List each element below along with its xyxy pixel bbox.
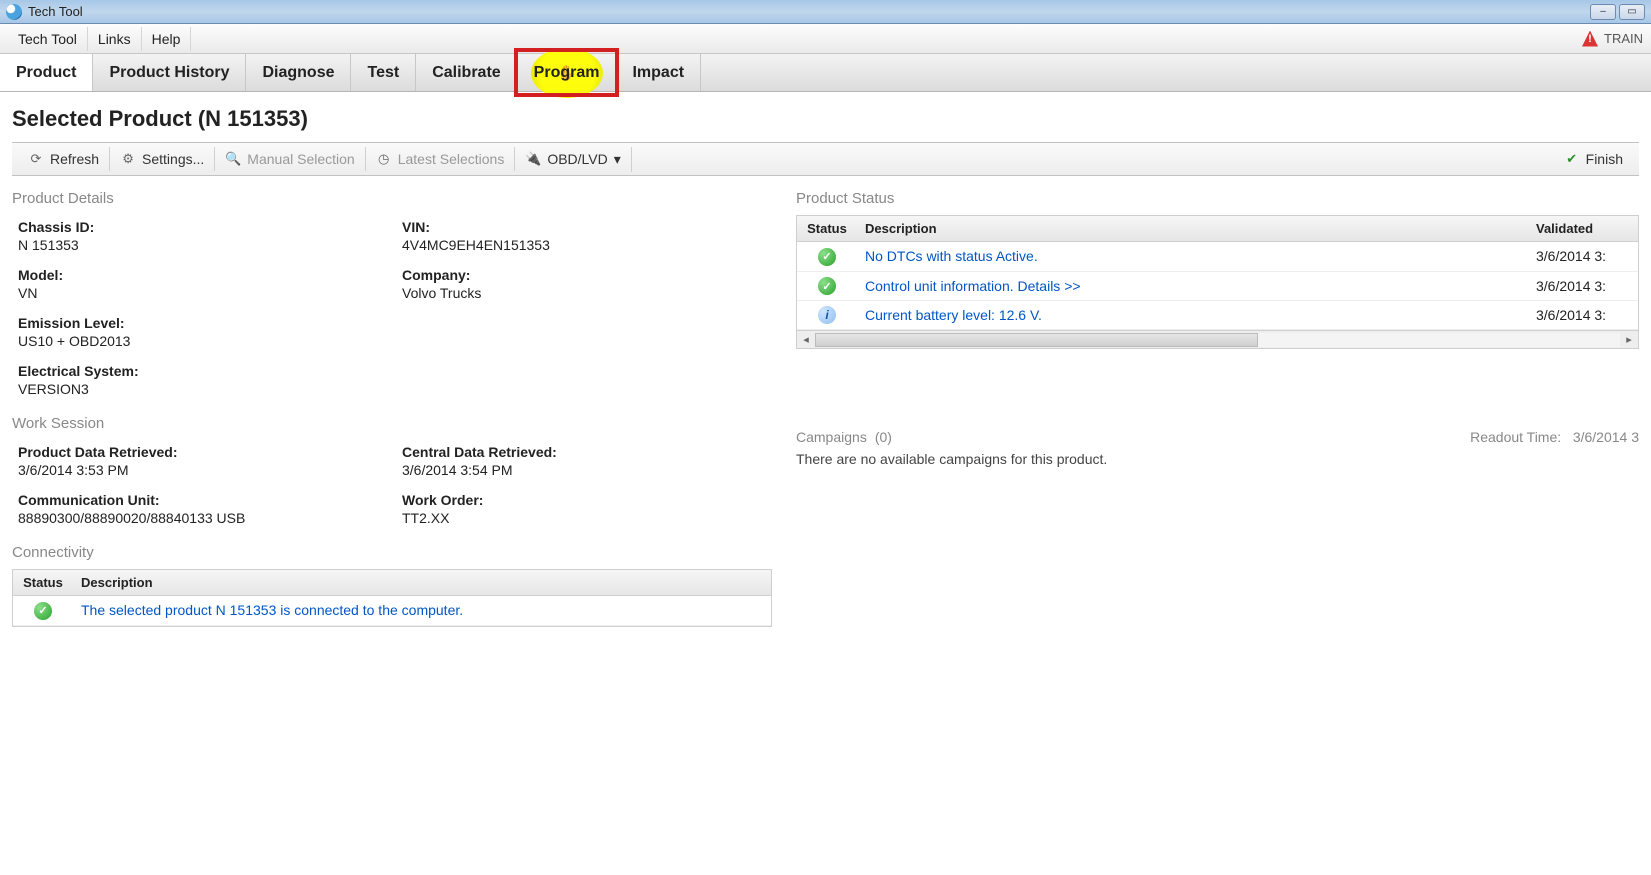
tab-program[interactable]: Program ✋ xyxy=(518,54,617,91)
check-icon: ✔ xyxy=(1564,151,1580,167)
settings-label: Settings... xyxy=(142,151,204,167)
menu-links[interactable]: Links xyxy=(88,27,142,51)
manual-selection-label: Manual Selection xyxy=(247,151,354,167)
connectivity-header-status: Status xyxy=(13,570,73,595)
status-row-link[interactable]: No DTCs with status Active. xyxy=(865,248,1038,264)
comm-unit-value: 88890300/88890020/88840133 USB xyxy=(18,510,382,526)
status-row-link[interactable]: Current battery level: 12.6 V. xyxy=(865,307,1042,323)
obd-label: OBD/LVD xyxy=(547,151,607,167)
emission-value: US10 + OBD2013 xyxy=(18,333,382,349)
status-ok-icon: ✓ xyxy=(34,602,52,620)
connectivity-table: Status Description ✓ The selected produc… xyxy=(12,569,772,627)
status-ok-icon: ✓ xyxy=(818,248,836,266)
scroll-track[interactable] xyxy=(815,333,1620,347)
readout-time-value: 3/6/2014 3 xyxy=(1573,429,1639,445)
plug-icon: 🔌 xyxy=(525,151,541,167)
product-data-retrieved-value: 3/6/2014 3:53 PM xyxy=(18,462,382,478)
page-title: Selected Product (N 151353) xyxy=(0,92,1651,142)
comm-unit-label: Communication Unit: xyxy=(18,492,382,508)
work-order-value: TT2.XX xyxy=(402,510,766,526)
campaigns-count: (0) xyxy=(875,429,892,445)
connectivity-description-link[interactable]: The selected product N 151353 is connect… xyxy=(81,602,463,618)
chevron-down-icon: ▾ xyxy=(614,151,621,168)
toolbar: ⟳ Refresh ⚙ Settings... 🔍 Manual Selecti… xyxy=(12,142,1639,176)
finish-label: Finish xyxy=(1586,151,1623,167)
company-label: Company: xyxy=(402,267,766,283)
manual-selection-button[interactable]: 🔍 Manual Selection xyxy=(215,147,365,171)
window-title: Tech Tool xyxy=(28,4,83,19)
product-status-heading: Product Status xyxy=(796,190,1639,207)
search-icon: 🔍 xyxy=(225,151,241,167)
refresh-label: Refresh xyxy=(50,151,99,167)
status-header-validated: Validated xyxy=(1528,216,1638,241)
work-session-heading: Work Session xyxy=(12,415,772,432)
refresh-button[interactable]: ⟳ Refresh xyxy=(18,147,110,171)
status-table-hscroll[interactable]: ◂ ▸ xyxy=(796,331,1639,349)
vin-label: VIN: xyxy=(402,219,766,235)
central-data-retrieved-label: Central Data Retrieved: xyxy=(402,444,766,460)
status-row: i Current battery level: 12.6 V. 3/6/201… xyxy=(797,301,1638,330)
menu-help[interactable]: Help xyxy=(142,27,192,51)
product-status-table: Status Description Validated ✓ No DTCs w… xyxy=(796,215,1639,331)
menu-techtool[interactable]: Tech Tool xyxy=(8,27,88,51)
minimize-button[interactable]: – xyxy=(1590,4,1616,20)
refresh-icon: ⟳ xyxy=(28,151,44,167)
scroll-thumb[interactable] xyxy=(815,333,1258,347)
tab-test[interactable]: Test xyxy=(351,54,416,91)
status-info-icon: i xyxy=(818,306,836,324)
tab-calibrate[interactable]: Calibrate xyxy=(416,54,517,91)
status-row: ✓ Control unit information. Details >> 3… xyxy=(797,272,1638,302)
menu-bar: Tech Tool Links Help TRAIN xyxy=(0,24,1651,54)
company-value: Volvo Trucks xyxy=(402,285,766,301)
electrical-value: VERSION3 xyxy=(18,381,382,397)
campaigns-message: There are no available campaigns for thi… xyxy=(796,451,1639,467)
clock-icon: ◷ xyxy=(376,151,392,167)
connectivity-row: ✓ The selected product N 151353 is conne… xyxy=(13,596,771,626)
scroll-left-icon[interactable]: ◂ xyxy=(797,333,815,346)
electrical-label: Electrical System: xyxy=(18,363,382,379)
status-row-validated: 3/6/2014 3: xyxy=(1528,243,1638,269)
tab-product-history[interactable]: Product History xyxy=(93,54,246,91)
tab-program-label: Program xyxy=(534,64,600,82)
gear-icon: ⚙ xyxy=(120,151,136,167)
status-header-description: Description xyxy=(857,216,1528,241)
alert-icon xyxy=(1582,31,1598,47)
connectivity-header-description: Description xyxy=(73,570,771,595)
emission-label: Emission Level: xyxy=(18,315,382,331)
chassis-id-value: N 151353 xyxy=(18,237,382,253)
maximize-button[interactable]: ▭ xyxy=(1619,4,1645,20)
work-order-label: Work Order: xyxy=(402,492,766,508)
readout-time-label: Readout Time: xyxy=(1470,429,1561,445)
status-row-link[interactable]: Control unit information. Details >> xyxy=(865,278,1081,294)
user-status: TRAIN xyxy=(1582,31,1643,47)
tab-impact[interactable]: Impact xyxy=(616,54,701,91)
app-icon xyxy=(6,4,22,20)
latest-selections-label: Latest Selections xyxy=(398,151,505,167)
status-row-validated: 3/6/2014 3: xyxy=(1528,302,1638,328)
status-ok-icon: ✓ xyxy=(818,277,836,295)
status-header-status: Status xyxy=(797,216,857,241)
vin-value: 4V4MC9EH4EN151353 xyxy=(402,237,766,253)
tab-diagnose[interactable]: Diagnose xyxy=(246,54,351,91)
scroll-right-icon[interactable]: ▸ xyxy=(1620,333,1638,346)
product-data-retrieved-label: Product Data Retrieved: xyxy=(18,444,382,460)
status-row: ✓ No DTCs with status Active. 3/6/2014 3… xyxy=(797,242,1638,272)
model-label: Model: xyxy=(18,267,382,283)
tab-product[interactable]: Product xyxy=(0,54,93,91)
obd-dropdown[interactable]: 🔌 OBD/LVD ▾ xyxy=(515,147,631,172)
finish-button[interactable]: ✔ Finish xyxy=(1554,147,1633,171)
user-status-text: TRAIN xyxy=(1604,31,1643,46)
status-row-validated: 3/6/2014 3: xyxy=(1528,273,1638,299)
window-titlebar: Tech Tool – ▭ xyxy=(0,0,1651,24)
latest-selections-button[interactable]: ◷ Latest Selections xyxy=(366,147,516,171)
product-details-heading: Product Details xyxy=(12,190,772,207)
model-value: VN xyxy=(18,285,382,301)
main-tabbar: Product Product History Diagnose Test Ca… xyxy=(0,54,1651,92)
central-data-retrieved-value: 3/6/2014 3:54 PM xyxy=(402,462,766,478)
campaigns-label: Campaigns xyxy=(796,429,867,445)
connectivity-heading: Connectivity xyxy=(12,544,772,561)
settings-button[interactable]: ⚙ Settings... xyxy=(110,147,215,171)
chassis-id-label: Chassis ID: xyxy=(18,219,382,235)
